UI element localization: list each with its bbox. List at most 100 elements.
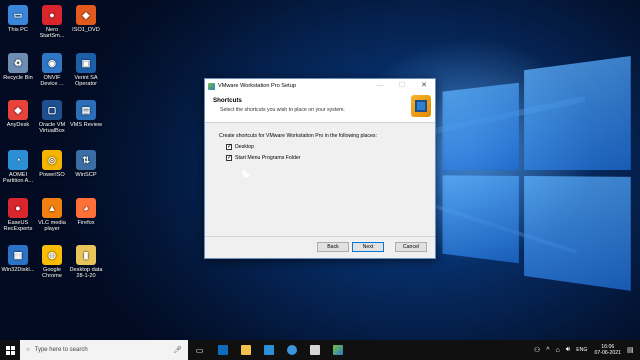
desktop-icon[interactable]: ▭ This PC (1, 5, 35, 33)
desktop-icon[interactable]: ▤ VMS Review (69, 100, 103, 128)
desktop-icon[interactable]: ▦ Win32DiskI... (1, 245, 35, 273)
app-icon: ◉ (42, 53, 62, 73)
checkmark-icon[interactable]: ✓ (226, 144, 232, 150)
dialog-header: Shortcuts Select the shortcuts you wish … (205, 93, 435, 123)
outlook-icon[interactable] (211, 340, 234, 360)
desktop-icon-label: VMS Review (69, 122, 103, 128)
generic-app-icon[interactable] (303, 340, 326, 360)
language-indicator[interactable]: ENG (576, 347, 587, 353)
app-icon: ◔ (8, 150, 28, 170)
desktop-icon[interactable]: ▢ Oracle VM VirtualBox (35, 100, 69, 135)
start-button[interactable] (0, 340, 20, 360)
close-button[interactable]: ✕ (413, 79, 435, 93)
desktop-icon[interactable]: ● EaseUS RecExperts (1, 198, 35, 233)
setup-dialog: VMware Workstation Pro Setup — ☐ ✕ Short… (204, 78, 436, 259)
instruction-text: Create shortcuts for VMware Workstation … (219, 133, 377, 139)
dialog-footer: Back Next Cancel (205, 236, 435, 258)
desktop-icon[interactable]: ▲ VLC media player (35, 198, 69, 233)
desktop-icon-label: WinSCP (75, 172, 97, 178)
desktop-icon-label: ISO1_DVD (72, 27, 100, 33)
app-icon: ♻ (8, 53, 28, 73)
desktop-icon-label: Oracle VM VirtualBox (38, 122, 66, 135)
task-view-icon[interactable]: ▭ (188, 340, 211, 360)
dialog-titlebar[interactable]: VMware Workstation Pro Setup — ☐ ✕ (205, 79, 435, 93)
desktop-icon-label: AOMEI Partition A... (2, 172, 34, 185)
desktop-icon[interactable]: ◉ ONVIF Device ... (35, 53, 69, 88)
app-icon: ▣ (76, 53, 96, 73)
windows-start-icon (5, 345, 15, 355)
windows-logo-wallpaper (442, 55, 631, 291)
desktop-icon[interactable]: ▮ Desktop data 28-1-20 (69, 245, 103, 280)
desktop-icon-label: VLC media player (38, 220, 66, 233)
search-icon: ○ (26, 347, 30, 353)
vmware-taskbar-icon[interactable] (326, 340, 349, 360)
app-icon: ◆ (76, 5, 96, 25)
start-menu-checkbox-label: Start Menu Programs Folder (235, 155, 301, 161)
network-icon[interactable]: ⌂ (556, 347, 560, 354)
dialog-title: VMware Workstation Pro Setup (218, 83, 296, 89)
app-icon: ◍ (42, 245, 62, 265)
search-placeholder: Type here to search (34, 347, 88, 353)
desktop-icon[interactable]: ▣ Verint SA Operator (69, 53, 103, 88)
dialog-content: Create shortcuts for VMware Workstation … (205, 123, 435, 171)
start-menu-checkbox[interactable]: ✓ Start Menu Programs Folder (226, 155, 421, 161)
app-icon: ◆ (8, 100, 28, 120)
clock[interactable]: 16:06 07-06-2021 (594, 344, 621, 357)
app-icon: ● (8, 198, 28, 218)
desktop-icon[interactable]: ◆ AnyDesk (1, 100, 35, 128)
desktop-icon-label: PowerISO (39, 172, 65, 178)
app-icon: ⇅ (76, 150, 96, 170)
desktop-icon-label: Win32DiskI... (1, 267, 35, 273)
clock-date: 07-06-2021 (594, 350, 621, 356)
file-explorer-icon[interactable] (234, 340, 257, 360)
desktop-icon[interactable]: ⇅ WinSCP (69, 150, 103, 178)
desktop-checkbox[interactable]: ✓ Desktop (226, 144, 421, 150)
desktop-icon-label: AnyDesk (6, 122, 30, 128)
desktop-icon-label: ONVIF Device ... (40, 75, 64, 88)
desktop-icon[interactable]: ◍ Google Chrome (35, 245, 69, 280)
desktop-icon[interactable]: ◕ Firefox (69, 198, 103, 226)
checkmark-icon[interactable]: ✓ (226, 155, 232, 161)
app-icon: ● (42, 5, 62, 25)
app-icon: ▮ (76, 245, 96, 265)
app-icon: ▲ (42, 198, 62, 218)
store-icon[interactable] (257, 340, 280, 360)
app-icon: ◎ (42, 150, 62, 170)
app-icon: ▤ (76, 100, 96, 120)
desktop-icon-label: Recycle Bin (3, 75, 33, 81)
desktop-icon-label: Firefox (77, 220, 95, 226)
desktop-checkbox-label: Desktop (235, 144, 255, 150)
next-button[interactable]: Next (352, 242, 384, 252)
desktop-icon[interactable]: ♻ Recycle Bin (1, 53, 35, 81)
notification-icon[interactable]: ▤ (627, 346, 637, 354)
desktop-icon-label: Google Chrome (42, 267, 62, 280)
desktop-icon[interactable]: ◎ PowerISO (35, 150, 69, 178)
desktop-icon[interactable]: ● Nero StartSm... (35, 5, 69, 40)
maximize-button[interactable]: ☐ (391, 79, 413, 93)
desktop-icon[interactable]: ◔ AOMEI Partition A... (1, 150, 35, 185)
desktop-icon-label: Nero StartSm... (39, 27, 65, 40)
cancel-button[interactable]: Cancel (395, 242, 427, 252)
desktop-icon-label: Verint SA Operator (74, 75, 98, 88)
page-subheading: Select the shortcuts you wish to place o… (220, 107, 345, 113)
app-icon: ▦ (8, 245, 28, 265)
edge-icon[interactable] (280, 340, 303, 360)
app-icon: ▢ (42, 100, 62, 120)
back-button[interactable]: Back (317, 242, 349, 252)
app-icon: ▭ (8, 5, 28, 25)
desktop-icon-label: EaseUS RecExperts (3, 220, 33, 233)
desktop-icon-label: This PC (8, 27, 28, 33)
desktop-icon[interactable]: ◆ ISO1_DVD (69, 5, 103, 33)
microphone-icon[interactable]: 🎤︎ (173, 346, 182, 354)
volume-icon[interactable]: 🔊︎ (566, 346, 570, 354)
system-tray: ⚇ ^ ⌂ 🔊︎ ENG 16:06 07-06-2021 ▤ (531, 340, 640, 360)
page-heading: Shortcuts (213, 97, 242, 104)
chevron-up-icon[interactable]: ^ (546, 347, 549, 354)
vmware-app-icon (208, 82, 215, 90)
taskbar: ○ Type here to search 🎤︎ ▭ ⚇ ^ ⌂ 🔊︎ ENG … (0, 340, 640, 360)
vmware-logo-icon (411, 95, 431, 117)
app-icon: ◕ (76, 198, 96, 218)
taskbar-search[interactable]: ○ Type here to search 🎤︎ (20, 340, 188, 360)
minimize-button[interactable]: — (369, 79, 391, 93)
person-icon[interactable]: ⚇ (534, 346, 540, 354)
